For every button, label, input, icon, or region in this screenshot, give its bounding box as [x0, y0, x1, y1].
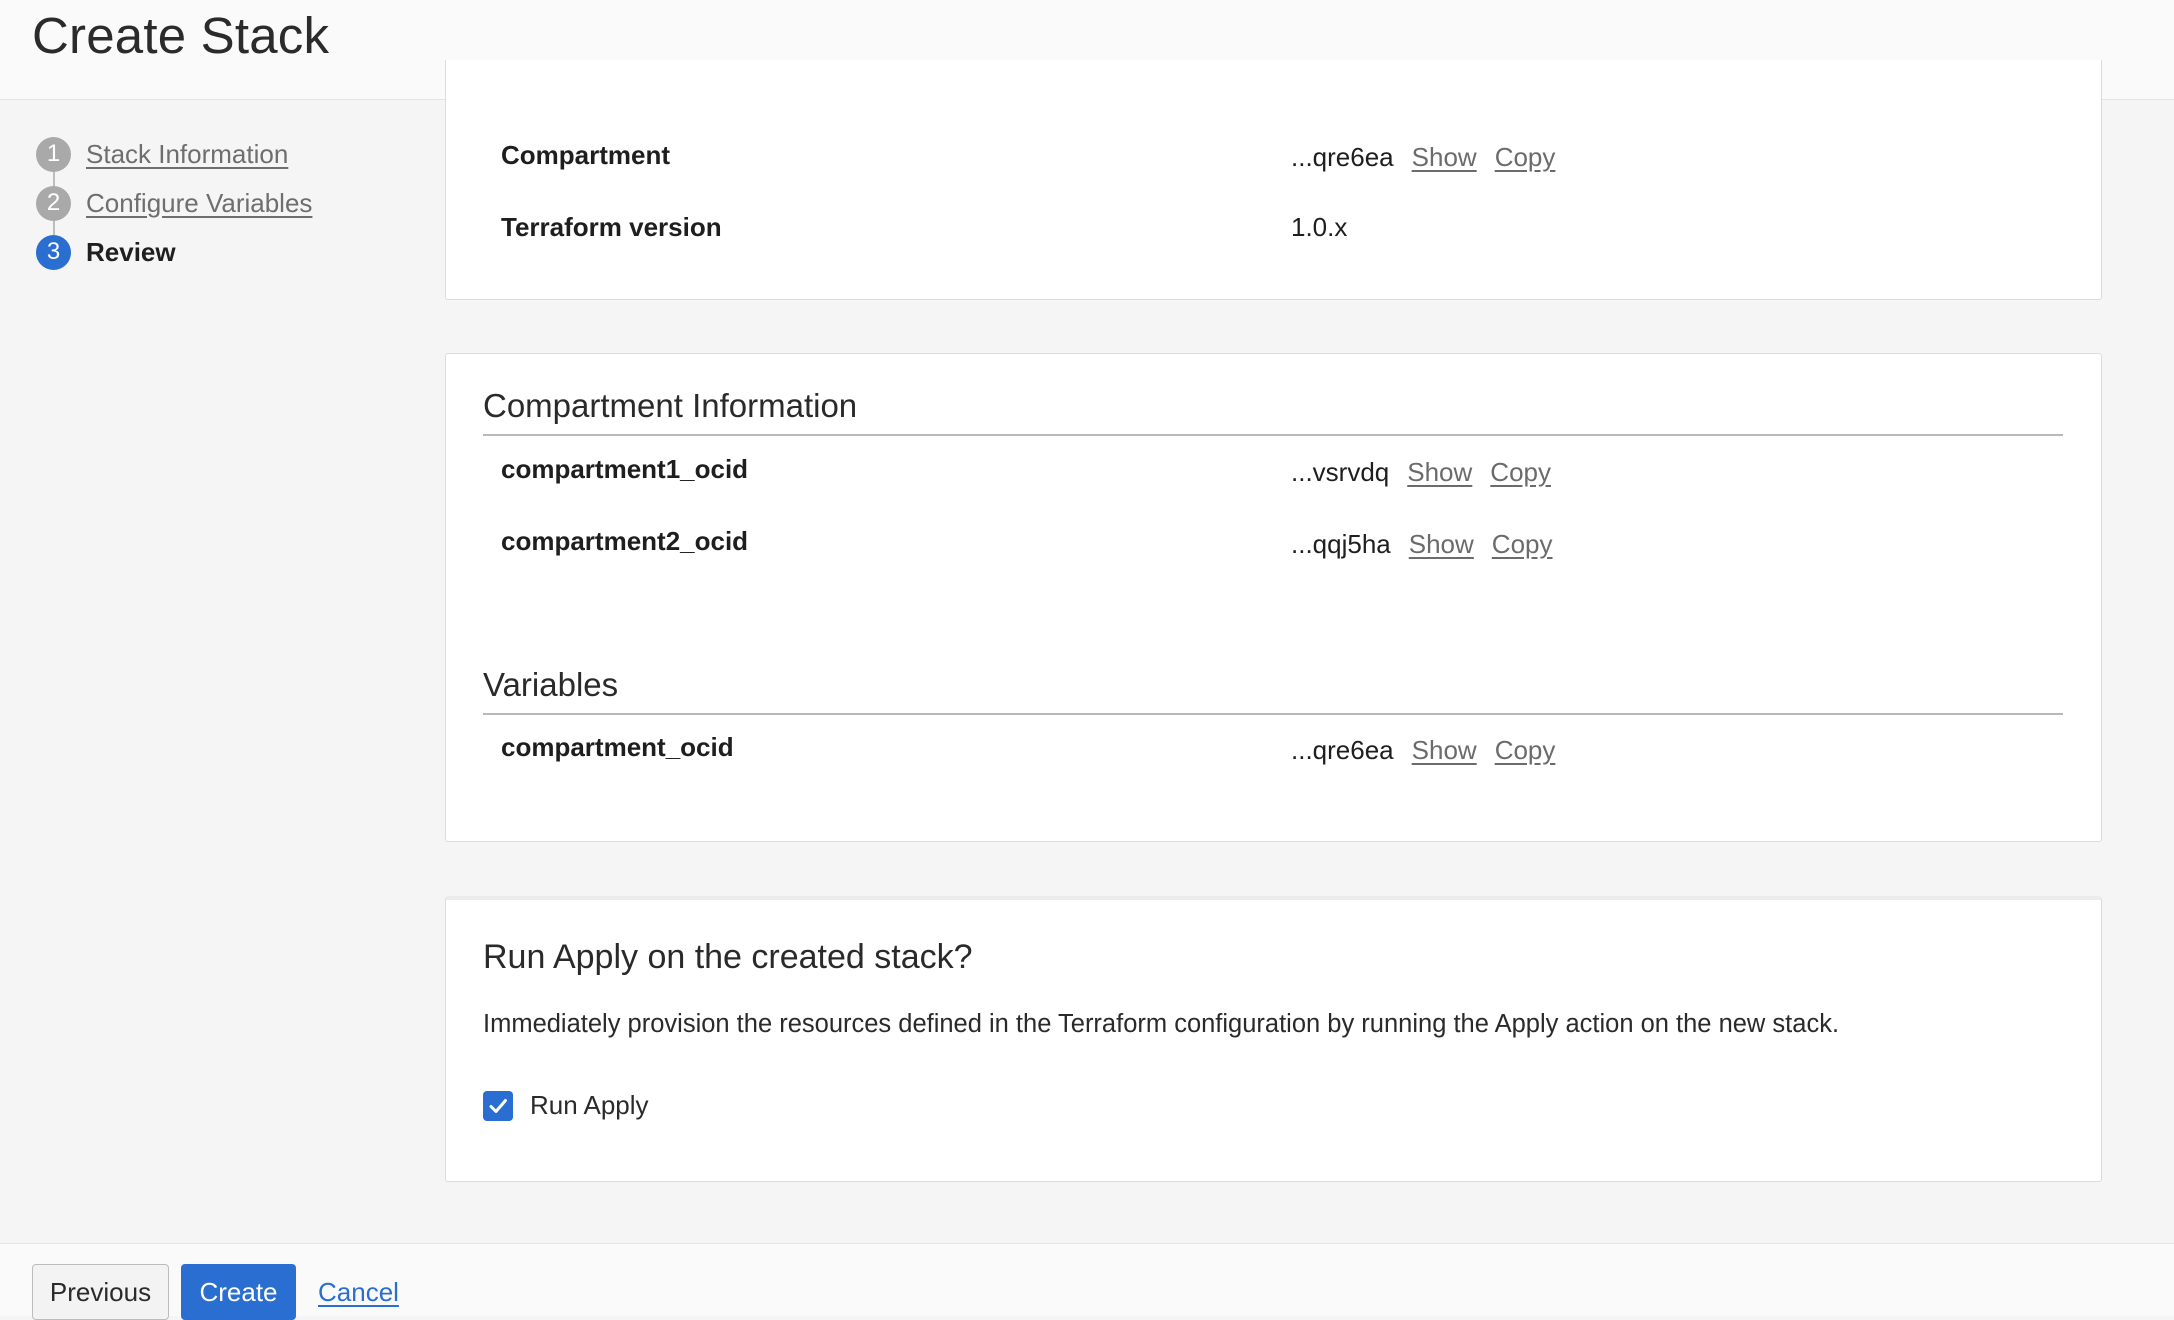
copy-link[interactable]: Copy [1495, 735, 1556, 766]
compartment-value: ...qre6ea [1291, 142, 1394, 172]
cancel-link[interactable]: Cancel [318, 1264, 399, 1320]
section-divider [483, 713, 2063, 715]
variables-heading: Variables [483, 666, 619, 703]
step-configure-variables[interactable]: 2 Configure Variables [36, 185, 312, 221]
step-stack-information[interactable]: 1 Stack Information [36, 136, 288, 172]
previous-button[interactable]: Previous [32, 1264, 169, 1320]
step-number: 3 [36, 234, 71, 270]
step-connector [53, 219, 55, 235]
compartment-ocid-label: compartment_ocid [501, 732, 734, 762]
section-divider [483, 434, 2063, 436]
compartment2-ocid-label: compartment2_ocid [501, 526, 749, 556]
show-link[interactable]: Show [1412, 142, 1477, 173]
copy-link[interactable]: Copy [1490, 457, 1551, 488]
checkmark-icon [489, 1098, 507, 1113]
page-title: Create Stack [32, 7, 330, 64]
run-apply-heading: Run Apply on the created stack? [483, 938, 973, 976]
copy-link[interactable]: Copy [1495, 142, 1556, 173]
step-label[interactable]: Configure Variables [86, 188, 312, 219]
wizard-footer: Previous Create Cancel [0, 1243, 2174, 1320]
step-label: Review [86, 236, 176, 267]
compartment-ocid-value: ...qre6ea [1291, 735, 1394, 765]
step-number: 2 [36, 185, 71, 221]
compartment1-ocid-value-row: ...vsrvdq Show Copy [1291, 457, 1551, 488]
terraform-version-label: Terraform version [501, 212, 722, 242]
step-number: 1 [36, 136, 71, 172]
compartment-information-heading: Compartment Information [483, 387, 858, 424]
stack-info-card: Compartment ...qre6ea Show Copy Terrafor… [445, 60, 2102, 300]
compartment1-ocid-label: compartment1_ocid [501, 454, 749, 484]
step-label[interactable]: Stack Information [86, 139, 288, 170]
run-apply-description: Immediately provision the resources defi… [483, 1010, 1840, 1038]
variables-card: Compartment Information compartment1_oci… [445, 353, 2102, 842]
show-link[interactable]: Show [1409, 529, 1474, 560]
step-review: 3 Review [36, 234, 176, 270]
compartment-label: Compartment [501, 140, 671, 170]
copy-link[interactable]: Copy [1492, 529, 1553, 560]
create-button[interactable]: Create [181, 1264, 296, 1320]
run-apply-card: Run Apply on the created stack? Immediat… [445, 896, 2102, 1182]
run-apply-option[interactable]: Run Apply [483, 1090, 649, 1121]
compartment-ocid-value-row: ...qre6ea Show Copy [1291, 735, 1555, 766]
show-link[interactable]: Show [1407, 457, 1472, 488]
terraform-version-value: 1.0.x [1291, 212, 1348, 242]
show-link[interactable]: Show [1412, 735, 1477, 766]
compartment1-ocid-value: ...vsrvdq [1291, 457, 1390, 487]
run-apply-checkbox-label[interactable]: Run Apply [530, 1090, 649, 1121]
run-apply-checkbox[interactable] [483, 1090, 513, 1121]
compartment2-ocid-value-row: ...qqj5ha Show Copy [1291, 529, 1553, 560]
terraform-version-value-row: 1.0.x [1291, 212, 1347, 243]
compartment2-ocid-value: ...qqj5ha [1291, 529, 1391, 559]
compartment-value-row: ...qre6ea Show Copy [1291, 142, 1555, 173]
